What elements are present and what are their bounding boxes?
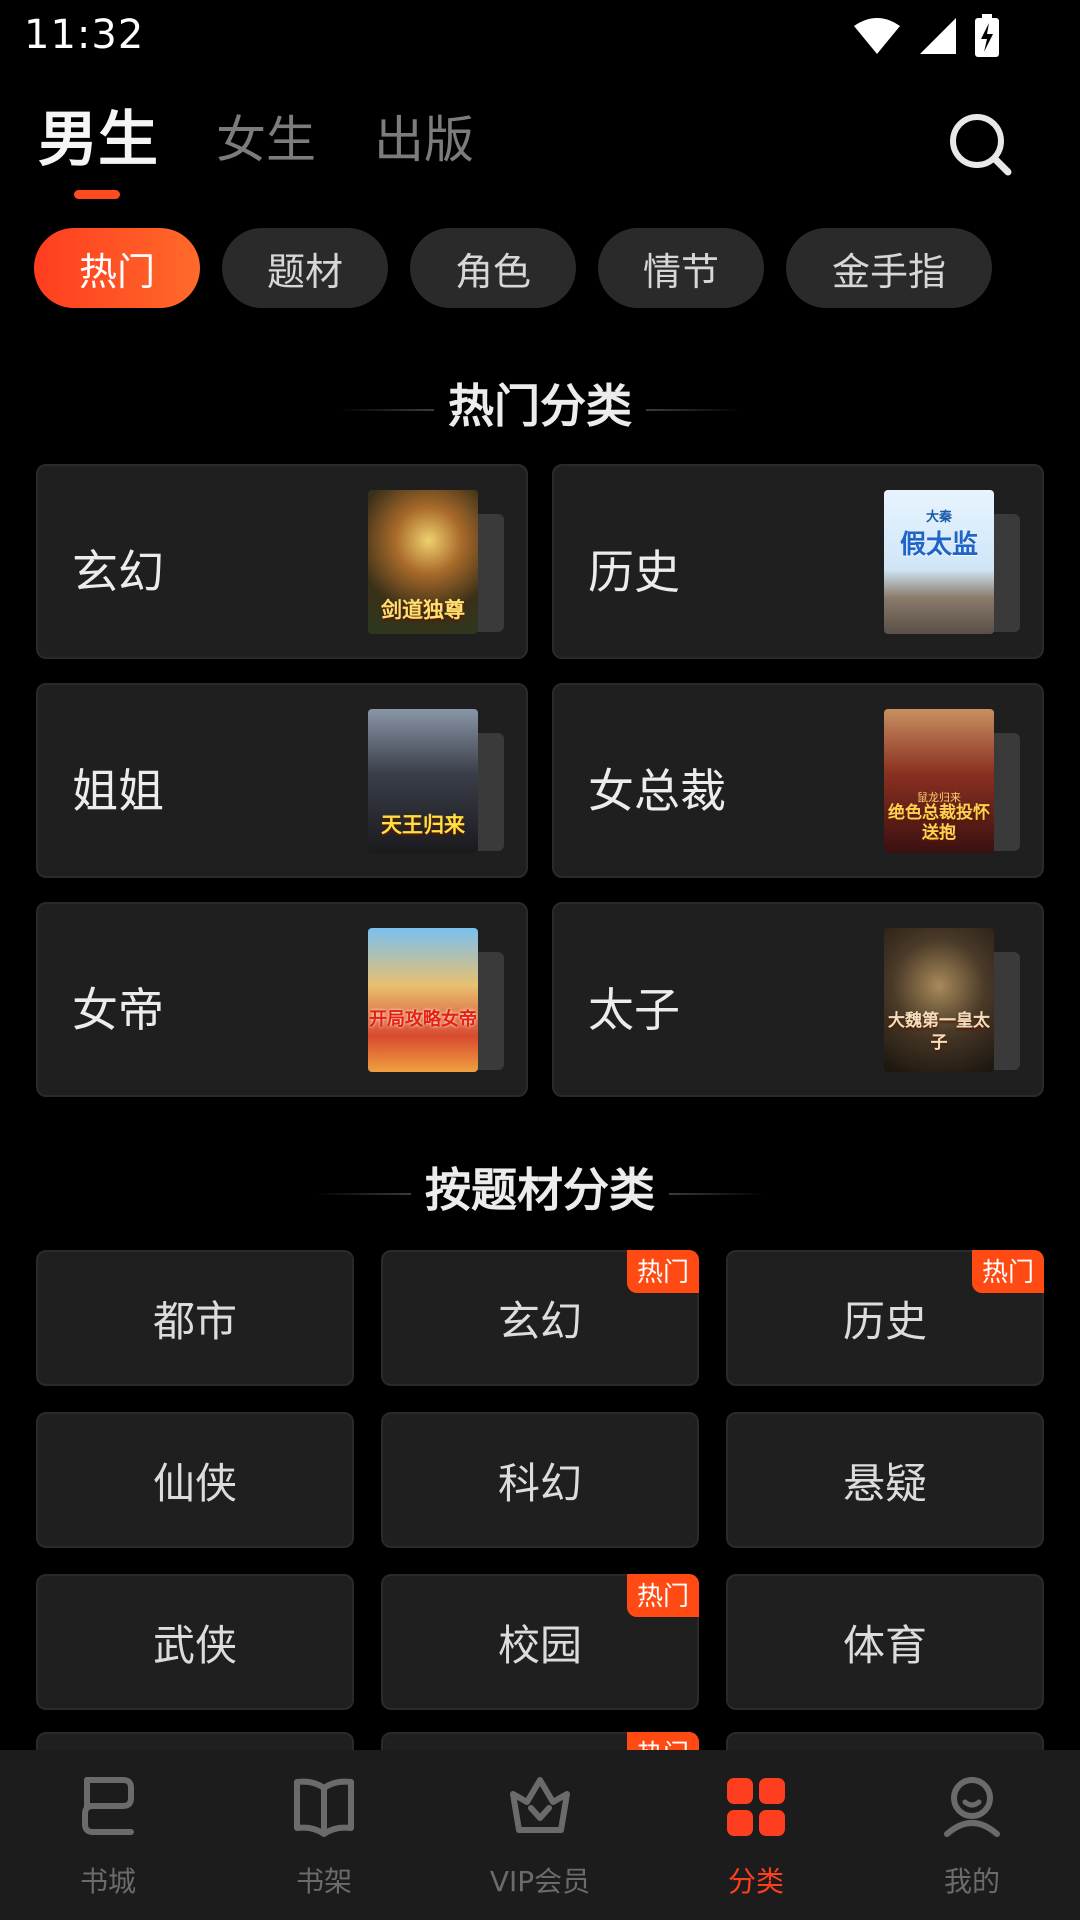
hot-card-label: 女帝 xyxy=(72,983,164,1037)
nav-bookshelf[interactable]: 书架 xyxy=(216,1750,432,1920)
book-cover: 开局攻略女帝 xyxy=(368,928,478,1072)
search-icon[interactable] xyxy=(948,112,1014,178)
hot-card-female-ceo[interactable]: 女总裁 鼠龙归来 绝色总裁投怀送抱 xyxy=(552,683,1044,878)
tab-female[interactable]: 女生 xyxy=(216,100,316,180)
book-cover: 鼠龙归来 绝色总裁投怀送抱 xyxy=(884,709,994,853)
bottom-nav: 书城 书架 VIP会员 分类 我的 xyxy=(0,1750,1080,1920)
wifi-icon xyxy=(854,18,900,54)
nav-label: 书城 xyxy=(79,1865,136,1898)
cellular-signal-icon xyxy=(920,18,956,54)
chip-plot[interactable]: 情节 xyxy=(598,228,764,308)
chip-role[interactable]: 角色 xyxy=(410,228,576,308)
cover-title: 天王归来 xyxy=(381,813,465,837)
status-icons xyxy=(852,14,1000,58)
hot-card-empress[interactable]: 女帝 开局攻略女帝 xyxy=(36,902,528,1097)
book-cover: 大秦 假太监 xyxy=(884,490,994,634)
status-time: 11:32 xyxy=(24,12,145,58)
topic-label: 仙侠 xyxy=(152,1458,237,1508)
hot-category-grid: 玄幻 剑道独尊 历史 大秦 假太监 姐姐 天王归来 女总裁 鼠龙归来 绝色总裁投… xyxy=(36,464,1044,1097)
cover-title: 大魏第一皇太子 xyxy=(888,1011,990,1053)
divider-line xyxy=(315,1192,411,1195)
topic-label: 武侠 xyxy=(152,1620,237,1670)
vip-crown-icon xyxy=(510,1777,570,1833)
hot-card-prince[interactable]: 太子 大魏第一皇太子 xyxy=(552,902,1044,1097)
nav-label: VIP会员 xyxy=(489,1865,591,1898)
hot-card-label: 女总裁 xyxy=(588,764,726,818)
topic-sports[interactable]: 体育 xyxy=(726,1574,1044,1710)
topic-campus[interactable]: 校园 热门 xyxy=(381,1574,699,1710)
topic-mystery[interactable]: 悬疑 xyxy=(726,1412,1044,1548)
topic-scifi[interactable]: 科幻 xyxy=(381,1412,699,1548)
book-cover: 天王归来 xyxy=(368,709,478,853)
book-cover: 大魏第一皇太子 xyxy=(884,928,994,1072)
topic-grid: 都市 玄幻 热门 历史 热门 仙侠 科幻 悬疑 武侠 校园 热门 体育 xyxy=(36,1250,1044,1710)
topic-urban[interactable]: 都市 xyxy=(36,1250,354,1386)
topic-label: 玄幻 xyxy=(497,1296,582,1346)
profile-icon xyxy=(944,1777,1000,1837)
hot-card-history[interactable]: 历史 大秦 假太监 xyxy=(552,464,1044,659)
active-tab-indicator xyxy=(74,190,120,199)
topic-section-title-text: 按题材分类 xyxy=(425,1163,655,1217)
chip-golden-finger[interactable]: 金手指 xyxy=(786,228,992,308)
status-bar: 11:32 xyxy=(0,0,1080,70)
topic-label: 历史 xyxy=(842,1296,927,1346)
topic-label: 体育 xyxy=(842,1620,927,1670)
divider-line xyxy=(338,408,434,411)
nav-vip[interactable]: VIP会员 xyxy=(432,1750,648,1920)
topic-xuanhuan[interactable]: 玄幻 热门 xyxy=(381,1250,699,1386)
topic-section-title: 按题材分类 xyxy=(0,1154,1080,1220)
nav-profile[interactable]: 我的 xyxy=(864,1750,1080,1920)
topic-label: 都市 xyxy=(152,1296,237,1346)
bookshelf-icon xyxy=(294,1778,354,1837)
hot-badge: 热门 xyxy=(626,1732,699,1752)
nav-label: 我的 xyxy=(943,1865,1000,1898)
hot-section-title-text: 热门分类 xyxy=(448,379,632,433)
topic-partial[interactable]: 热门 xyxy=(381,1732,699,1752)
hot-card-label: 太子 xyxy=(588,983,680,1037)
cover-title: 剑道独尊 xyxy=(381,598,465,622)
hot-badge: 热门 xyxy=(626,1574,699,1617)
topic-xianxia[interactable]: 仙侠 xyxy=(36,1412,354,1548)
chip-hot[interactable]: 热门 xyxy=(34,228,200,308)
hot-card-label: 姐姐 xyxy=(72,764,164,818)
hot-badge: 热门 xyxy=(626,1250,699,1293)
cover-title: 开局攻略女帝 xyxy=(369,1009,477,1030)
hot-card-label: 玄幻 xyxy=(72,545,164,599)
hot-badge: 热门 xyxy=(971,1250,1044,1293)
topic-label: 校园 xyxy=(497,1620,582,1670)
tab-publish[interactable]: 出版 xyxy=(374,100,474,180)
cover-title: 绝色总裁投怀送抱 xyxy=(888,803,990,843)
topic-wuxia[interactable]: 武侠 xyxy=(36,1574,354,1710)
topic-label: 悬疑 xyxy=(842,1458,927,1508)
gender-tabs: 男生 女生 出版 xyxy=(38,100,532,200)
topic-label: 科幻 xyxy=(497,1458,582,1508)
cover-title: 假太监 xyxy=(899,530,978,560)
topic-partial[interactable] xyxy=(726,1732,1044,1752)
topic-partial[interactable] xyxy=(36,1732,354,1752)
nav-category[interactable]: 分类 xyxy=(648,1750,864,1920)
hot-card-sister[interactable]: 姐姐 天王归来 xyxy=(36,683,528,878)
nav-label: 书架 xyxy=(295,1865,352,1898)
hot-section-title: 热门分类 xyxy=(0,370,1080,436)
topic-history[interactable]: 历史 热门 xyxy=(726,1250,1044,1386)
nav-label: 分类 xyxy=(727,1865,784,1898)
chip-theme[interactable]: 题材 xyxy=(222,228,388,308)
hot-card-label: 历史 xyxy=(588,545,680,599)
hot-card-xuanhuan[interactable]: 玄幻 剑道独尊 xyxy=(36,464,528,659)
cover-top-text: 大秦 xyxy=(925,510,952,525)
category-grid-icon xyxy=(727,1778,785,1836)
filter-chips: 热门 题材 角色 情节 金手指 xyxy=(34,228,992,308)
topic-row-partial: 热门 xyxy=(36,1732,1044,1752)
battery-charging-icon xyxy=(975,14,999,57)
nav-bookstore[interactable]: 书城 xyxy=(0,1750,216,1920)
divider-line xyxy=(669,1192,765,1195)
bookstore-icon xyxy=(82,1777,134,1835)
divider-line xyxy=(646,408,742,411)
book-cover: 剑道独尊 xyxy=(368,490,478,634)
tab-male[interactable]: 男生 xyxy=(38,100,158,180)
